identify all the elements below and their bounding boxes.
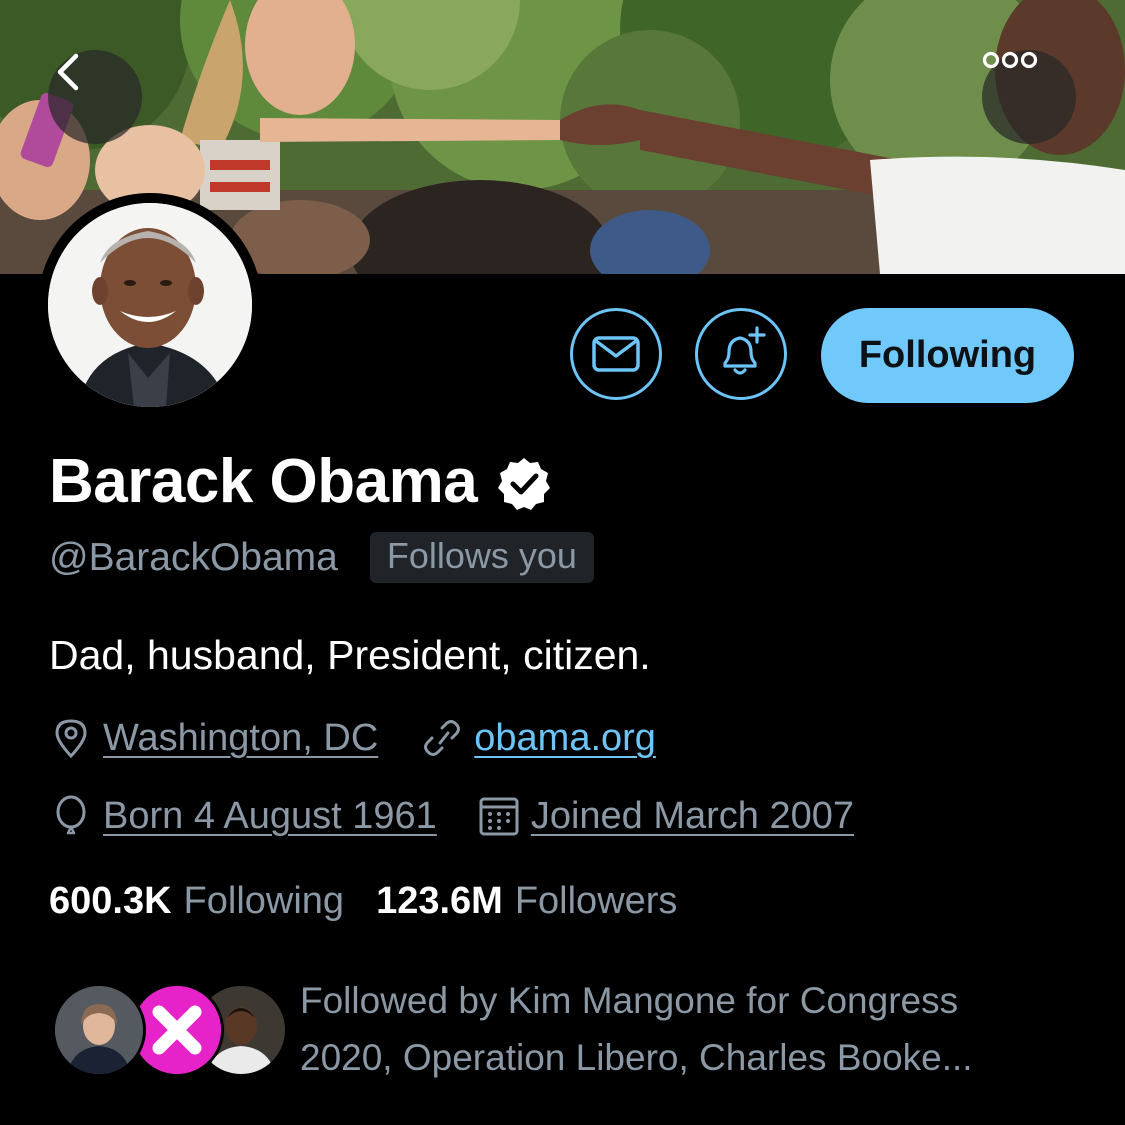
- mail-icon: [592, 336, 640, 372]
- avatar-image: [48, 203, 252, 407]
- following-count: 600.3K: [49, 880, 172, 922]
- joined-item: Joined March 2007: [477, 794, 854, 838]
- birthday-item: Born 4 August 1961: [49, 794, 437, 838]
- avatar: [52, 983, 146, 1077]
- following-stat[interactable]: 600.3K Following: [49, 880, 344, 923]
- profile-avatar[interactable]: [38, 193, 262, 417]
- following-button-label: Following: [858, 334, 1037, 376]
- bell-plus-icon: [723, 326, 766, 375]
- profile-bio: Dad, husband, President, citizen.: [49, 632, 651, 678]
- display-name: Barack Obama: [49, 447, 478, 516]
- link-icon: [424, 720, 461, 756]
- more-options-button[interactable]: [982, 50, 1076, 144]
- joined-date-text: Joined March 2007: [530, 794, 855, 837]
- following-stat-label: Following: [183, 880, 345, 922]
- location-text: Washington, DC: [103, 716, 379, 759]
- message-button[interactable]: [570, 308, 662, 400]
- notifications-button[interactable]: [695, 308, 787, 400]
- followers-stat[interactable]: 123.6M Followers: [376, 880, 677, 923]
- verified-badge-icon[interactable]: [495, 455, 553, 513]
- chevron-left-icon: [57, 53, 79, 91]
- balloon-icon: [56, 795, 86, 835]
- followers-stat-label: Followers: [514, 880, 678, 922]
- follows-you-badge: Follows you: [369, 532, 594, 583]
- meta-row-location-website: Washington, DC obama.org: [49, 716, 656, 760]
- website-item[interactable]: obama.org: [420, 716, 656, 760]
- location-pin-icon: [55, 719, 87, 759]
- website-link[interactable]: obama.org: [474, 717, 656, 760]
- followed-by-text[interactable]: Followed by Kim Mangone for Congress 202…: [300, 972, 1060, 1086]
- username-handle: @BarackObama: [49, 535, 338, 579]
- followers-count: 123.6M: [376, 880, 503, 922]
- follow-stats: 600.3K Following 123.6M Followers: [49, 880, 677, 923]
- location-item: Washington, DC: [49, 716, 378, 760]
- more-horizontal-icon: [982, 51, 1038, 69]
- handle-row: @BarackObama Follows you: [49, 532, 594, 583]
- back-button[interactable]: [48, 50, 142, 144]
- profile-name-row: Barack Obama: [49, 446, 553, 517]
- following-button[interactable]: Following: [821, 308, 1074, 403]
- meta-row-born-joined: Born 4 August 1961 Joined March 2007: [49, 794, 854, 838]
- birth-date-text: Born 4 August 1961: [103, 794, 437, 837]
- calendar-icon: [479, 797, 519, 836]
- profile-page: Following Barack Obama @BarackObama Foll…: [0, 0, 1125, 1125]
- mutual-followers-avatars[interactable]: [52, 983, 288, 1079]
